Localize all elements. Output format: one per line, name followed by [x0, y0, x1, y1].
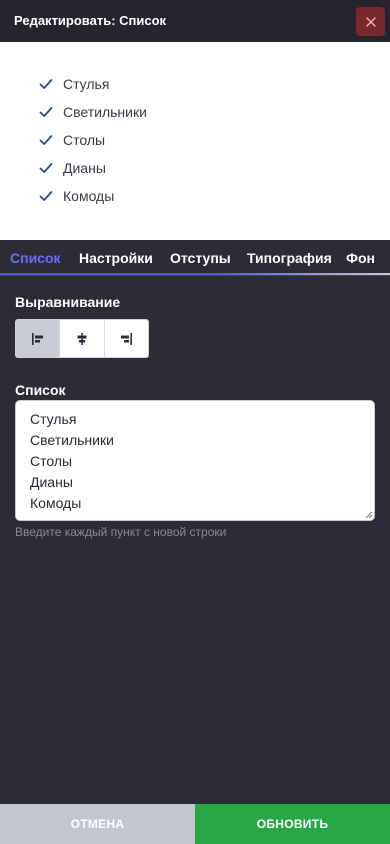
- preview-list-item: Светильники: [39, 98, 147, 126]
- tab-spacing[interactable]: Отступы: [170, 250, 231, 266]
- alignment-button-group: [15, 319, 149, 358]
- preview-item-label: Светильники: [63, 104, 147, 120]
- check-icon: [39, 133, 53, 147]
- modal-footer: ОТМЕНА ОБНОВИТЬ: [0, 804, 390, 844]
- update-button[interactable]: ОБНОВИТЬ: [195, 804, 390, 844]
- list-preview: Стулья Светильники Столы Дианы Комоды: [0, 42, 390, 240]
- align-center-icon: [77, 332, 87, 345]
- preview-item-label: Комоды: [63, 188, 115, 204]
- preview-list-item: Дианы: [39, 154, 147, 182]
- check-icon: [39, 161, 53, 175]
- check-icon: [39, 105, 53, 119]
- tab-typography[interactable]: Типография: [247, 250, 332, 266]
- check-icon: [39, 77, 53, 91]
- alignment-label: Выравнивание: [15, 294, 121, 310]
- align-right-button[interactable]: [105, 320, 148, 357]
- preview-list-item: Столы: [39, 126, 147, 154]
- tab-settings[interactable]: Настройки: [79, 250, 153, 266]
- tab-background[interactable]: Фон: [346, 250, 375, 266]
- settings-tabs: Список Настройки Отступы Типография Фон: [0, 240, 390, 276]
- tab-list[interactable]: Список: [10, 250, 61, 266]
- align-right-icon: [121, 332, 133, 345]
- close-button[interactable]: [356, 7, 385, 36]
- list-field-label: Список: [15, 382, 66, 398]
- preview-item-label: Дианы: [63, 160, 106, 176]
- modal-title: Редактировать: Список: [14, 13, 167, 28]
- modal-header: Редактировать: Список: [0, 0, 390, 42]
- list-items-textarea[interactable]: Стулья Светильники Столы Дианы Комоды: [15, 400, 375, 521]
- align-left-button[interactable]: [16, 320, 61, 357]
- resize-grip-icon[interactable]: [365, 511, 373, 519]
- align-left-icon: [31, 332, 43, 345]
- close-icon: [365, 16, 376, 27]
- align-center-button[interactable]: [60, 320, 105, 357]
- preview-item-label: Столы: [63, 132, 106, 148]
- preview-list-item: Стулья: [39, 70, 147, 98]
- list-field-hint: Введите каждый пункт с новой строки: [15, 525, 227, 539]
- cancel-button[interactable]: ОТМЕНА: [0, 804, 195, 844]
- preview-list-item: Комоды: [39, 182, 147, 210]
- preview-list: Стулья Светильники Столы Дианы Комоды: [39, 70, 147, 210]
- tabs-underline: [0, 273, 390, 275]
- preview-item-label: Стулья: [63, 76, 110, 92]
- check-icon: [39, 189, 53, 203]
